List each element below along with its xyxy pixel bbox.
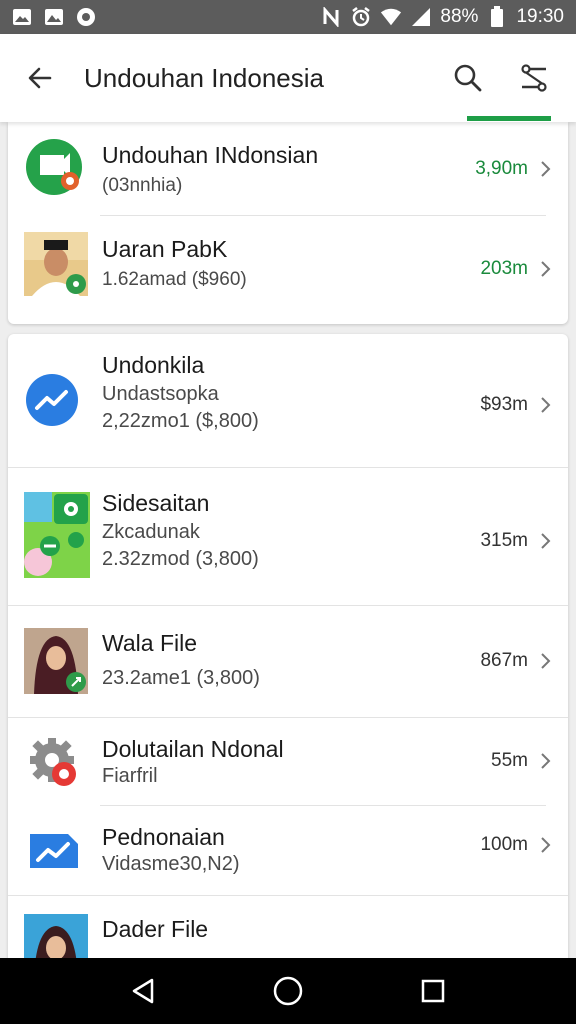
- image-icon: [44, 7, 64, 27]
- item-title: Dolutailan Ndonal: [102, 736, 284, 762]
- chart-folder-icon: [24, 826, 84, 876]
- search-icon: [454, 64, 482, 92]
- list-item[interactable]: Wala File 23.2ame1 (3,800) 867m: [8, 606, 568, 718]
- chevron-right-icon: [541, 837, 551, 853]
- active-tab-indicator: [467, 116, 551, 121]
- chat-app-icon: [24, 137, 88, 201]
- signal-icon: [410, 6, 432, 28]
- search-button[interactable]: [446, 56, 490, 100]
- featured-list-card: Undouhan INdonsian (03nnhia) 3,90m Uaran…: [8, 122, 568, 324]
- list-item[interactable]: Undonkila Undastsopka 2,22zmo1 ($,800) $…: [8, 334, 568, 468]
- chevron-right-icon: [541, 161, 551, 177]
- list-item[interactable]: Sidesaitan Zkcadunak 2.32zmod (3,800) 31…: [8, 468, 568, 606]
- item-title: Pednonaian: [102, 824, 225, 850]
- app-bar: Undouhan Indonesia: [0, 34, 576, 122]
- circle-app-icon: [76, 7, 96, 27]
- man-photo-thumbnail: [24, 232, 88, 296]
- item-size: 203m: [480, 258, 528, 279]
- filter-button[interactable]: [512, 56, 556, 100]
- list-item[interactable]: Dolutailan Ndonal Fiarfril 55m: [8, 718, 568, 806]
- item-title: Wala File: [102, 630, 197, 656]
- item-title: Undouhan INdonsian: [102, 142, 319, 168]
- item-size: 315m: [480, 530, 528, 551]
- battery-percent: 88%: [440, 6, 479, 27]
- item-detail: 2,22zmo1 ($,800): [102, 410, 259, 432]
- woman-photo-thumbnail: [24, 628, 88, 694]
- chevron-right-icon: [541, 753, 551, 769]
- trend-circle-icon: [24, 372, 88, 436]
- list-item[interactable]: Undouhan INdonsian (03nnhia) 3,90m: [8, 122, 568, 216]
- page-title: Undouhan Indonesia: [84, 62, 324, 93]
- item-title: Sidesaitan: [102, 490, 210, 516]
- item-subtitle: (03nnhia): [102, 175, 183, 196]
- item-size: 867m: [480, 650, 528, 671]
- nav-back-button[interactable]: [119, 967, 167, 1015]
- item-detail: 23.2ame1 (3,800): [102, 667, 260, 689]
- item-size: 100m: [480, 834, 528, 855]
- list-item[interactable]: Uaran PabK 1.62amad ($960) 203m: [8, 216, 568, 324]
- nfc-icon: [320, 6, 342, 28]
- recents-square-icon: [422, 979, 445, 1003]
- back-triangle-icon: [132, 978, 153, 1004]
- item-size: 3,90m: [475, 158, 528, 179]
- chevron-right-icon: [541, 397, 551, 413]
- battery-icon: [486, 6, 508, 28]
- item-subtitle: Zkcadunak: [102, 521, 200, 543]
- item-size: 55m: [491, 750, 528, 771]
- status-bar: 88% 19:30: [0, 0, 576, 34]
- item-subtitle: Vidasme30,N2): [102, 853, 240, 875]
- alarm-icon: [350, 6, 372, 28]
- chevron-right-icon: [541, 533, 551, 549]
- item-subtitle: Fiarfril: [102, 765, 158, 787]
- filter-icon: [521, 64, 547, 92]
- item-subtitle: 1.62amad ($960): [102, 269, 247, 290]
- chevron-right-icon: [541, 261, 551, 277]
- gear-record-icon: [24, 732, 84, 792]
- wifi-icon: [380, 6, 402, 28]
- system-nav-bar: [0, 958, 576, 1024]
- list-item[interactable]: Pednonaian Vidasme30,N2) 100m: [8, 806, 568, 896]
- item-title: Undonkila: [102, 352, 205, 378]
- item-detail: 2.32zmod (3,800): [102, 548, 259, 570]
- green-app-thumbnail: [24, 492, 90, 578]
- item-title: Uaran PabK: [102, 236, 228, 262]
- arrow-left-icon: [28, 67, 52, 89]
- home-circle-icon: [273, 976, 303, 1006]
- item-size: $93m: [480, 394, 528, 415]
- clock: 19:30: [516, 6, 564, 27]
- item-title: Dader File: [102, 916, 209, 942]
- nav-home-button[interactable]: [264, 967, 312, 1015]
- chevron-right-icon: [541, 653, 551, 669]
- item-subtitle: Undastsopka: [102, 383, 219, 405]
- back-button[interactable]: [18, 56, 62, 100]
- image-icon: [12, 7, 32, 27]
- download-list-card: Undonkila Undastsopka 2,22zmo1 ($,800) $…: [8, 334, 568, 974]
- nav-recents-button[interactable]: [409, 967, 457, 1015]
